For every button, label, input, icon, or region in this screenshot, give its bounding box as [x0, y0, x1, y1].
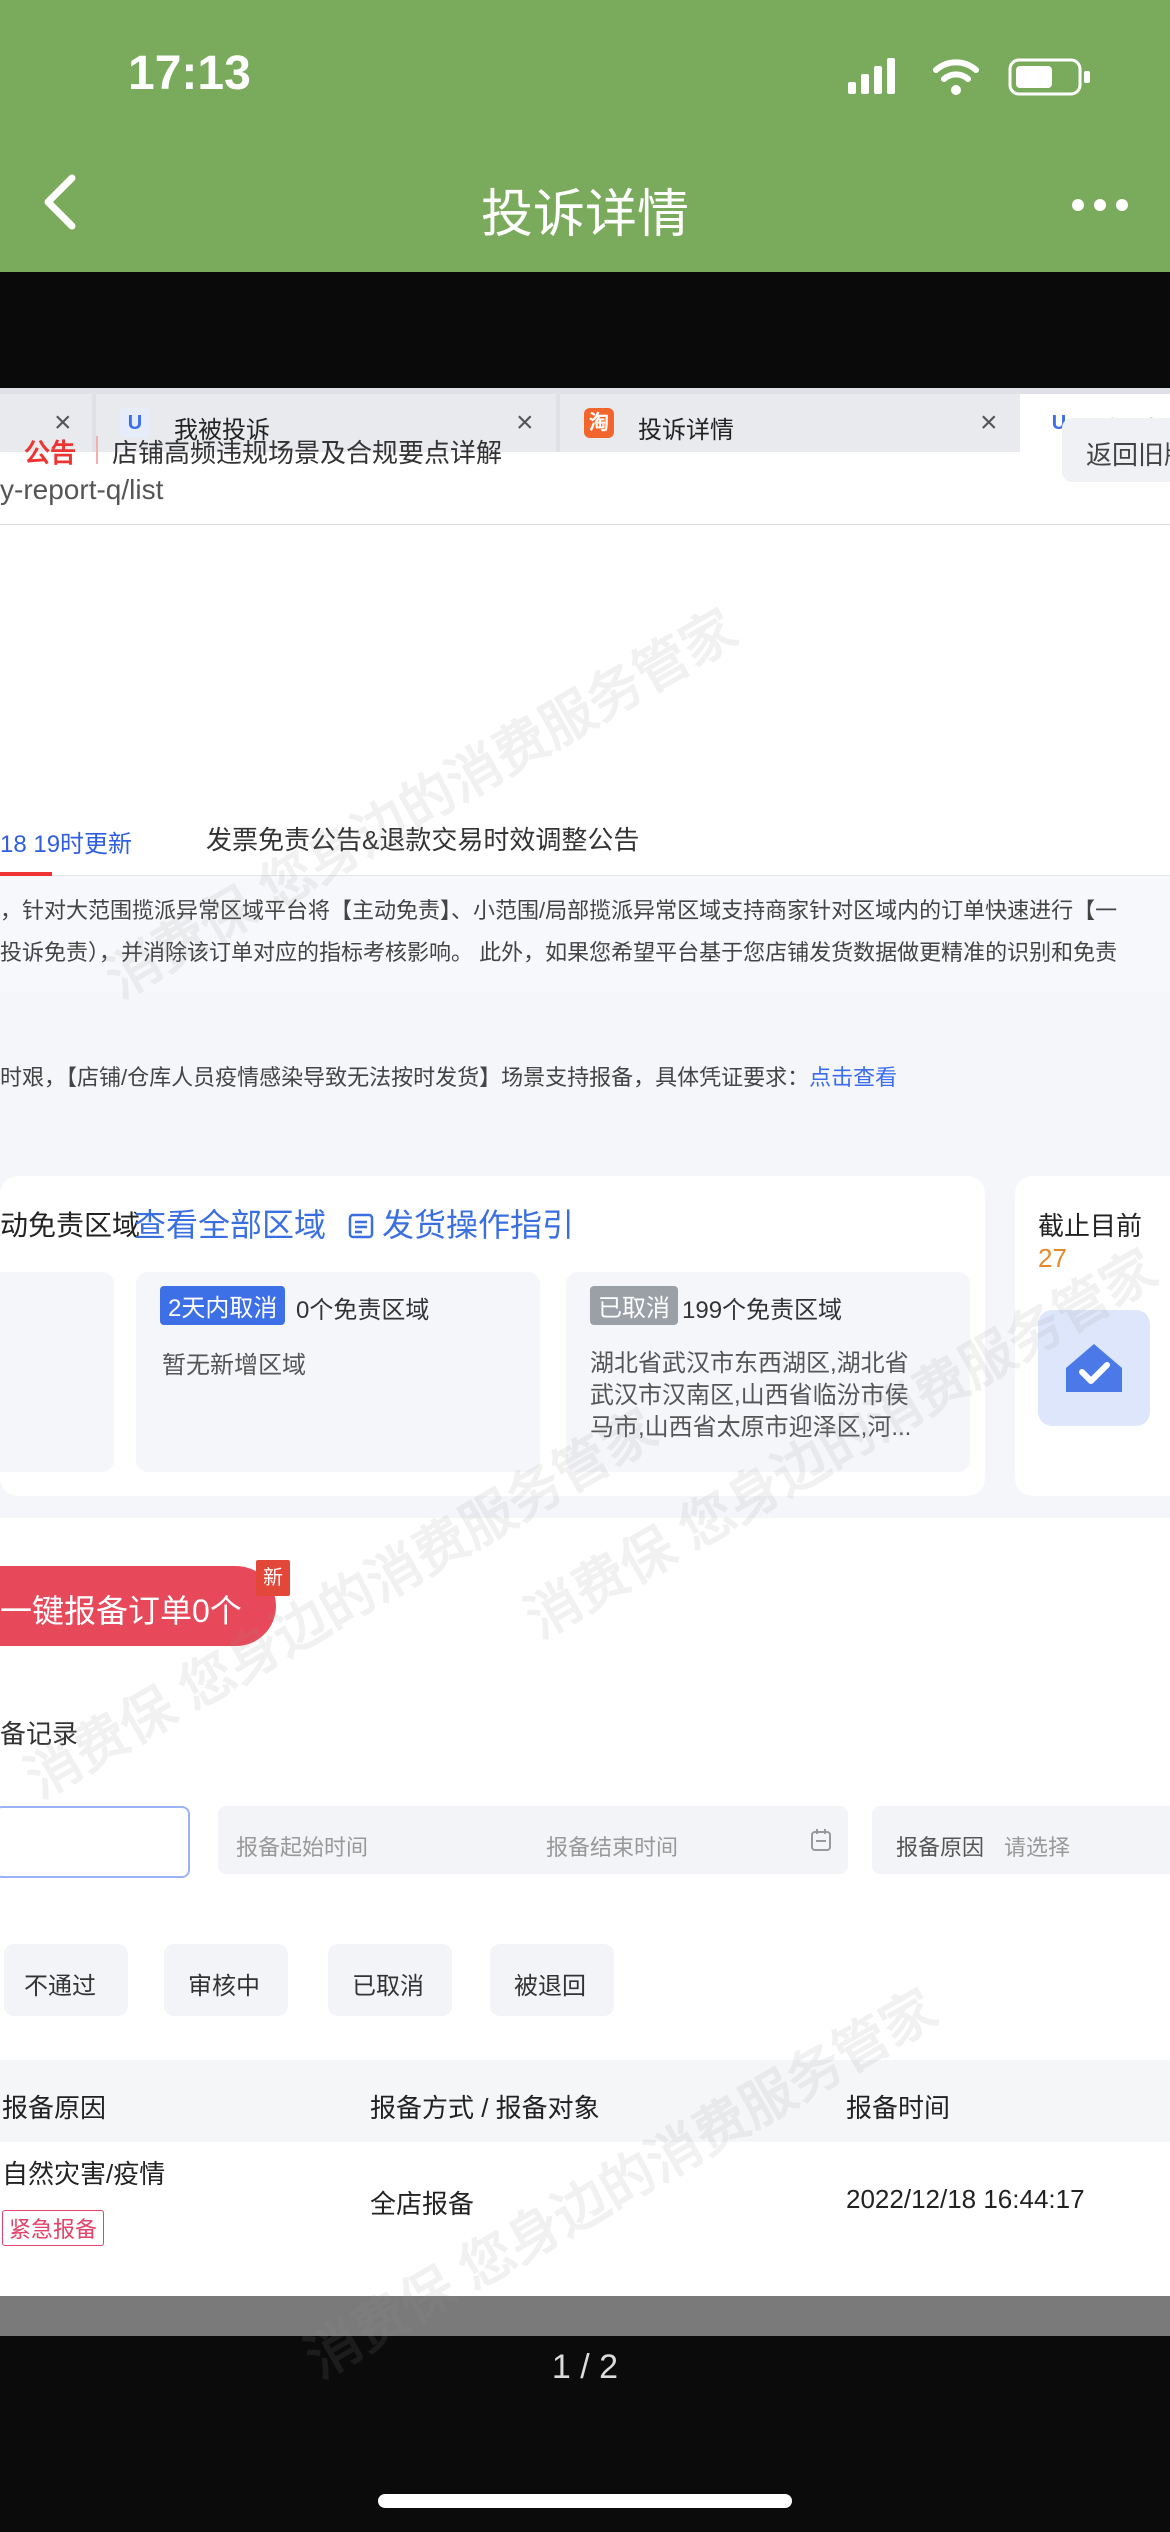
notice-bar: [0, 525, 1170, 655]
wifi-icon: [933, 59, 979, 95]
signal-icon: [848, 58, 895, 94]
row-method: 全店报备: [370, 2189, 475, 2219]
panel-title: 动免责区域: [0, 1210, 141, 1241]
filter-label: 不通过: [24, 1973, 96, 2000]
view-all-areas-link[interactable]: 查看全部区域: [134, 1200, 326, 1246]
taobao-icon: 淘: [584, 408, 614, 438]
new-badge: 新: [256, 1560, 290, 1596]
one-click-report-button[interactable]: 一键报备订单0个: [0, 1566, 276, 1646]
tab-label: 投诉详情: [638, 417, 734, 444]
page-title: 投诉详情: [480, 186, 689, 244]
shipping-guide-link[interactable]: 发货操作指引: [348, 1200, 574, 1246]
th-time: 报备时间: [846, 2093, 951, 2123]
card-text: 暂无新增区域: [162, 1352, 306, 1379]
more-icon[interactable]: [1072, 198, 1138, 216]
browser-screenshot: × U 我被投诉 × 淘 投诉详情 × U 我要报备 y-report-q/li…: [0, 388, 1170, 2300]
status-time: 17:13: [128, 47, 251, 100]
divider: [96, 436, 98, 464]
spacer: [0, 655, 1170, 775]
th-reason: 报备原因: [2, 2093, 107, 2123]
link-label: 发货操作指引: [382, 1207, 575, 1243]
records-title: 备记录: [0, 1719, 79, 1749]
filter-reviewing[interactable]: 审核中: [164, 1944, 288, 2016]
announcement-line: ，针对大范围揽派异常区域平台将【主动免责】、小范围/局部揽派异常区域支持商家针对…: [0, 898, 1118, 923]
card-text-line: 湖北省武汉市东西湖区,湖北省: [590, 1350, 909, 1377]
page-indicator: 1 / 2: [551, 2348, 619, 2386]
hint-label: 时艰，【店铺/仓库人员疫情感染导致无法按时发货】场景支持报备，具体凭证要求：: [0, 1065, 810, 1090]
close-icon[interactable]: ×: [980, 406, 998, 440]
address-text: y-report-q/list: [0, 474, 164, 505]
search-input[interactable]: [0, 1806, 190, 1878]
urgent-tag: 紧急报备: [2, 2210, 105, 2246]
announcement-line: 投诉免责），并消除该订单对应的指标考核影响。 此外，如果您希望平台基于您店铺发货…: [0, 940, 1118, 965]
notice-link[interactable]: 店铺高频违规场景及合规要点详解: [112, 433, 502, 470]
pager-strip: [0, 2296, 1170, 2336]
house-check-icon: [1038, 1310, 1150, 1426]
filter-rejected[interactable]: 不通过: [4, 1944, 128, 2016]
notice-tag: 公告: [24, 438, 77, 468]
exempt-card-2day: 2天内取消 0个免责区域 暂无新增区域: [136, 1272, 540, 1472]
button-label: 返回旧版: [1086, 440, 1170, 470]
th-method: 报备方式 / 报备对象: [370, 2093, 600, 2123]
home-indicator[interactable]: [378, 2494, 792, 2508]
document-icon: [348, 1213, 374, 1239]
filter-label: 审核中: [188, 1973, 260, 2000]
card-text-line: 武汉市汉南区,山西省临汾市侯: [590, 1382, 909, 1409]
exempt-card: [0, 1272, 114, 1472]
tab-invoice-announcement[interactable]: 发票免责公告&退款交易时效调整公告: [206, 820, 639, 857]
browser-tab-detail[interactable]: 淘 投诉详情 ×: [560, 394, 1020, 452]
image-top-band: [0, 272, 1170, 388]
date-start-placeholder: 报备起始时间: [236, 1835, 369, 1860]
button-label: 一键报备订单0个: [0, 1593, 242, 1629]
reason-placeholder: 请选择: [1004, 1835, 1071, 1860]
date-end-placeholder: 报备结束时间: [546, 1835, 679, 1860]
card-count: 0个免责区域: [296, 1297, 430, 1324]
row-reason: 自然灾害/疫情: [2, 2159, 166, 2189]
exempt-card-cancelled: 已取消 199个免责区域 湖北省武汉市东西湖区,湖北省 武汉市汉南区,山西省临汾…: [566, 1272, 970, 1472]
row-time: 2022/12/18 16:44:17: [846, 2184, 1085, 2214]
filter-cancelled[interactable]: 已取消: [328, 1944, 452, 2016]
close-icon[interactable]: ×: [516, 406, 534, 440]
stats-number: 27: [1038, 1243, 1067, 1273]
status-badge: 2天内取消: [160, 1286, 286, 1325]
reason-label: 报备原因: [896, 1835, 985, 1860]
view-details-link[interactable]: 点击查看: [809, 1065, 897, 1090]
stats-label-text: 截止目前: [1038, 1211, 1143, 1241]
battery-icon: [1008, 58, 1090, 96]
filter-label: 被退回: [514, 1973, 586, 2000]
status-badge: 已取消: [590, 1286, 678, 1325]
filter-returned[interactable]: 被退回: [490, 1944, 614, 2016]
filter-label: 已取消: [352, 1973, 424, 2000]
calendar-icon: [811, 1829, 831, 1851]
card-count: 199个免责区域: [682, 1297, 843, 1324]
stats-label: 截止目前27: [1038, 1206, 1170, 1274]
return-old-version-button[interactable]: 返回旧版: [1062, 418, 1170, 482]
hint-text: 时艰，【店铺/仓库人员疫情感染导致无法按时发货】场景支持报备，具体凭证要求：点击…: [0, 1060, 897, 1092]
card-text-line: 马市,山西省太原市迎泽区,河...: [590, 1414, 912, 1441]
tab-update[interactable]: 18 19时更新: [0, 824, 132, 859]
